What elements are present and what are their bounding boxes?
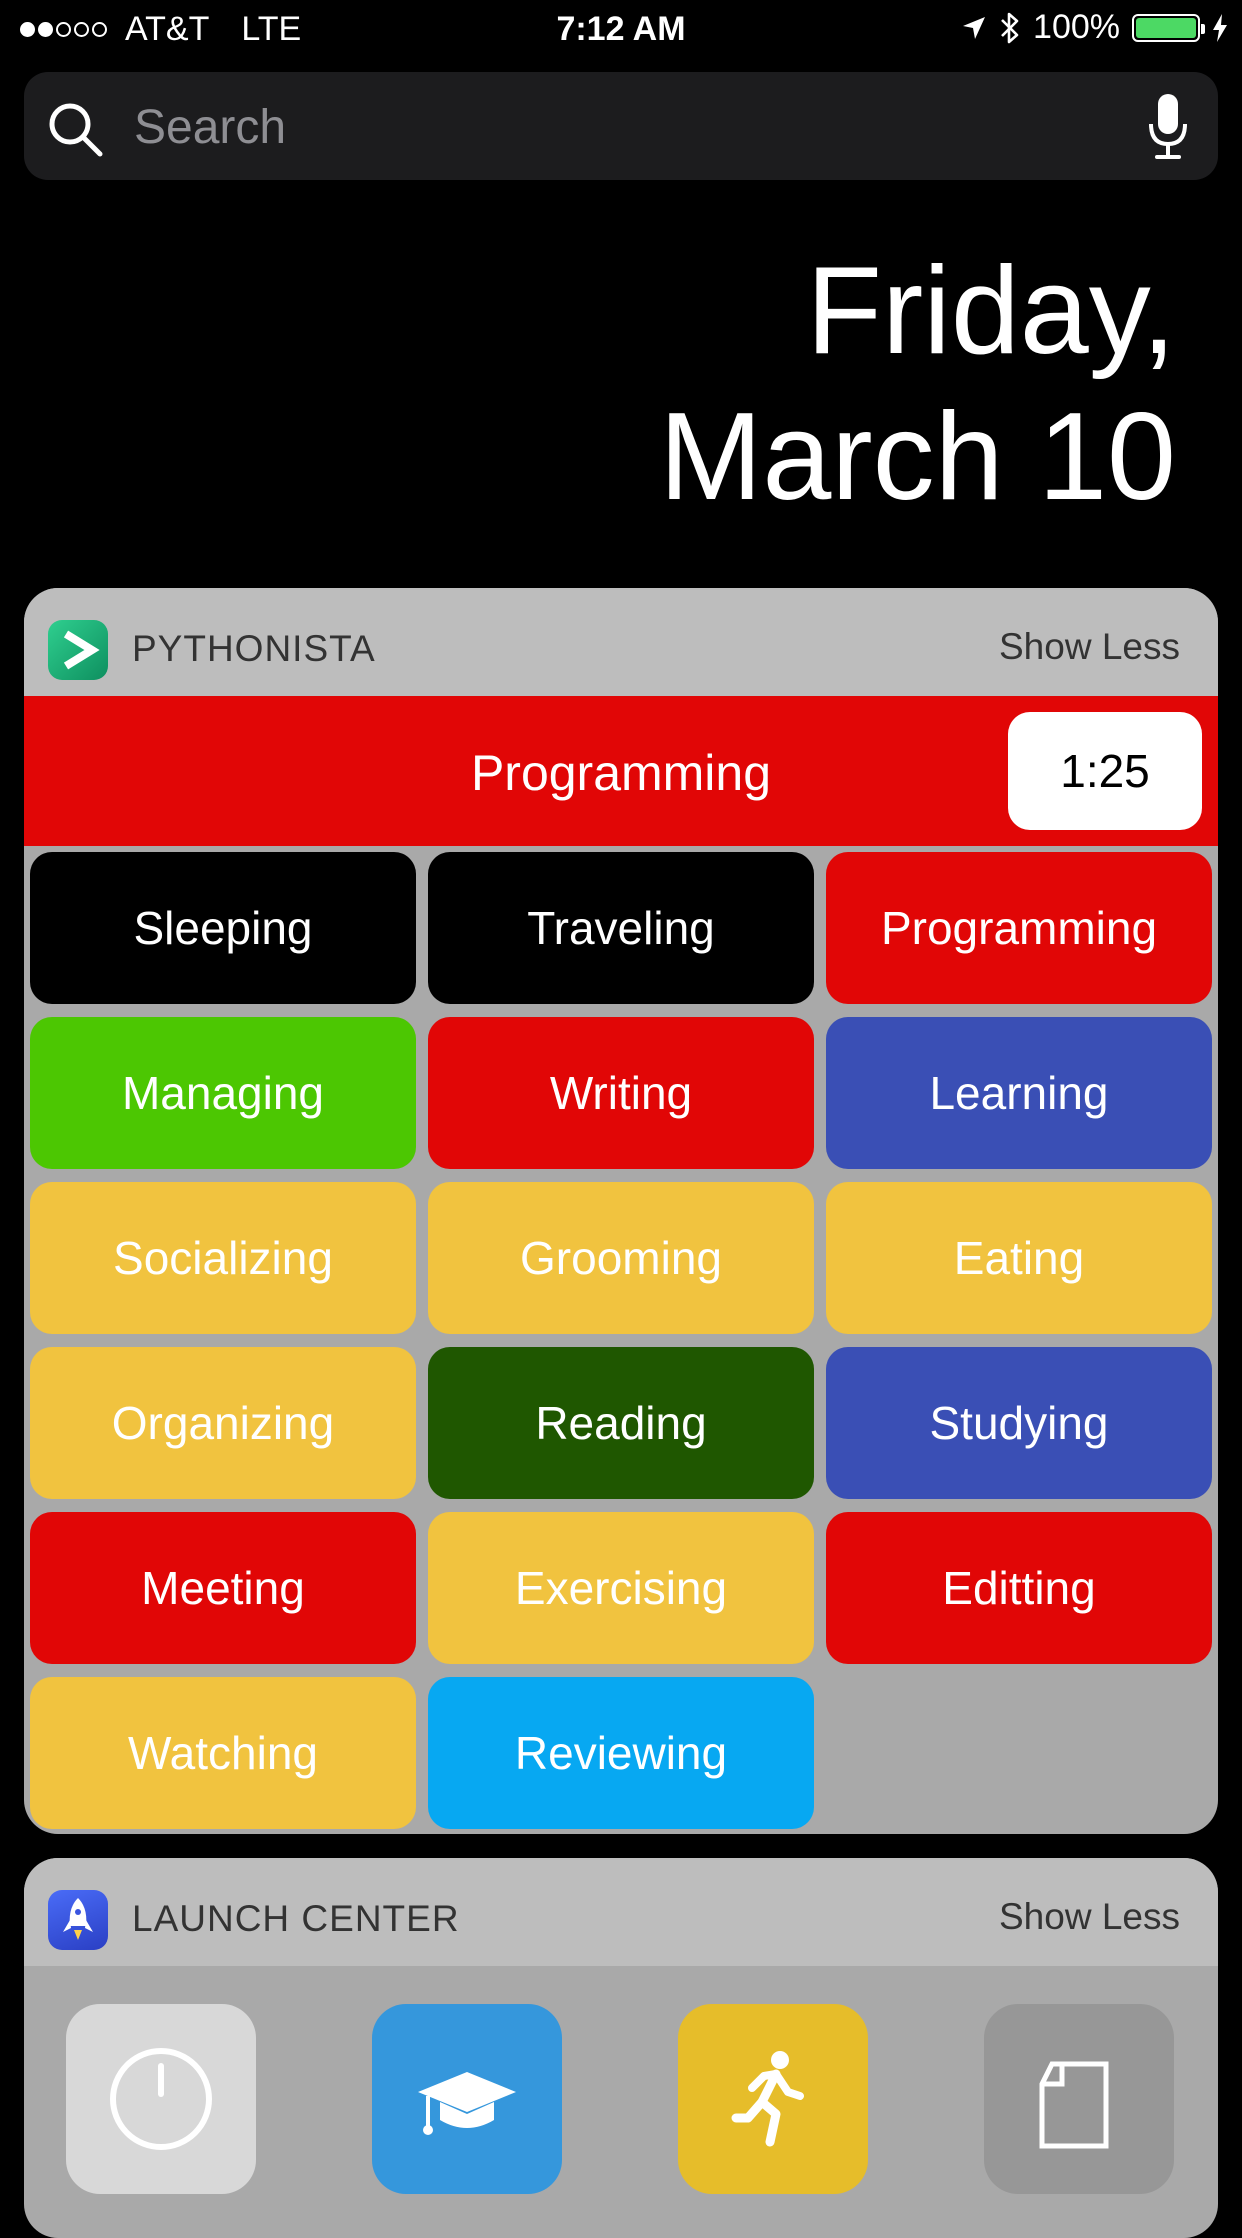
running-person-icon [731, 2051, 804, 2147]
activity-button-3[interactable]: Managing [30, 1017, 416, 1169]
battery-fill [1136, 17, 1196, 38]
launch-action-clock[interactable] [66, 2004, 256, 2194]
battery-percent: 100% [1033, 8, 1120, 46]
activity-button-15[interactable]: Watching [30, 1677, 416, 1829]
activity-button-10[interactable]: Reading [428, 1347, 814, 1499]
charging-bolt-icon [1213, 13, 1227, 42]
current-activity-banner[interactable]: Programming 1:25 [24, 696, 1218, 846]
status-right: 100% [961, 8, 1228, 47]
launch-center-app-icon [48, 1890, 108, 1950]
activity-button-11[interactable]: Studying [826, 1347, 1212, 1499]
launch-center-widget-header: LAUNCH CENTER Show Less [24, 1858, 1218, 1966]
pythonista-app-icon [48, 620, 108, 680]
document-icon [1039, 2061, 1109, 2149]
activity-button-6[interactable]: Socializing [30, 1182, 416, 1334]
activity-button-0[interactable]: Sleeping [30, 852, 416, 1004]
pythonista-widget: PYTHONISTA Show Less Programming 1:25 Sl… [24, 588, 1218, 1834]
activity-button-16[interactable]: Reviewing [428, 1677, 814, 1829]
search-icon [49, 103, 103, 157]
activity-button-12[interactable]: Meeting [30, 1512, 416, 1664]
launch-action-document[interactable] [984, 2004, 1174, 2194]
date-month-day: March 10 [659, 388, 1176, 526]
pythonista-show-less-button[interactable]: Show Less [999, 626, 1180, 668]
date-display: Friday, March 10 [659, 238, 1176, 530]
launch-action-learning[interactable] [372, 2004, 562, 2194]
battery-icon [1132, 13, 1205, 42]
status-bar: AT&T LTE 7:12 AM 100% [0, 0, 1242, 62]
activity-timer[interactable]: 1:25 [1008, 712, 1202, 830]
microphone-icon[interactable] [1148, 92, 1188, 162]
activity-button-2[interactable]: Programming [826, 852, 1212, 1004]
activity-button-14[interactable]: Editting [826, 1512, 1212, 1664]
pythonista-app-name: PYTHONISTA [132, 628, 376, 669]
launch-center-widget: LAUNCH CENTER Show Less [24, 1858, 1218, 2238]
clock-icon [110, 2048, 212, 2150]
activity-button-9[interactable]: Organizing [30, 1347, 416, 1499]
pythonista-widget-header: PYTHONISTA Show Less [24, 588, 1218, 696]
date-weekday: Friday, [806, 242, 1176, 380]
launch-center-app-name: LAUNCH CENTER [132, 1898, 460, 1939]
activity-button-1[interactable]: Traveling [428, 852, 814, 1004]
activity-button-8[interactable]: Eating [826, 1182, 1212, 1334]
launch-center-show-less-button[interactable]: Show Less [999, 1896, 1180, 1938]
activity-button-13[interactable]: Exercising [428, 1512, 814, 1664]
activity-button-7[interactable]: Grooming [428, 1182, 814, 1334]
graduation-cap-icon [418, 2072, 516, 2135]
search-input[interactable]: Search [134, 100, 286, 155]
location-arrow-icon [963, 16, 986, 39]
activity-button-4[interactable]: Writing [428, 1017, 814, 1169]
activity-button-5[interactable]: Learning [826, 1017, 1212, 1169]
search-bar[interactable]: Search [24, 72, 1218, 180]
bluetooth-icon [1001, 12, 1019, 43]
launch-action-exercise[interactable] [678, 2004, 868, 2194]
